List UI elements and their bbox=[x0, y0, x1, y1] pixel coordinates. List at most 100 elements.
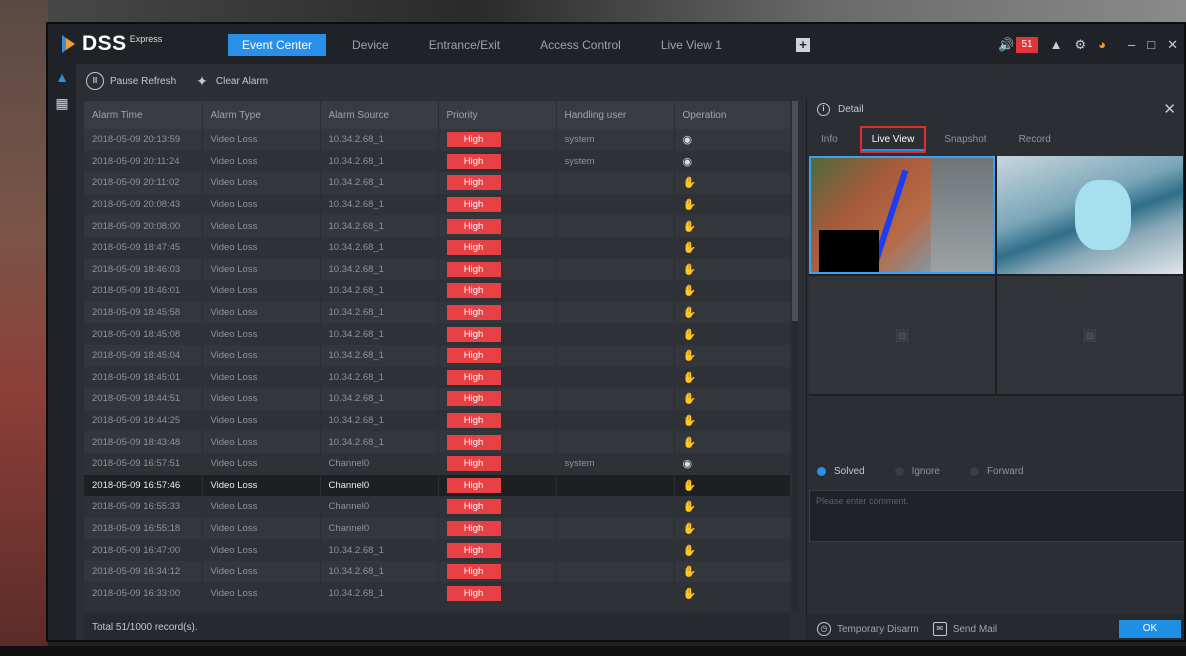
detail-tab-info[interactable]: Info bbox=[817, 128, 842, 151]
process-hand-icon[interactable]: ✋ bbox=[683, 588, 697, 600]
video-window-1[interactable] bbox=[809, 156, 995, 274]
table-row[interactable]: 2018-05-09 20:08:00 Video Loss 10.34.2.68_… bbox=[84, 215, 790, 237]
table-row[interactable]: 2018-05-09 16:47:00 Video Loss 10.34.2.68_… bbox=[84, 539, 790, 561]
send-mail-button[interactable]: ✉ Send Mail bbox=[932, 622, 997, 636]
video-window-2[interactable] bbox=[997, 156, 1183, 274]
cell-alarm-source: 10.34.2.68_1 bbox=[320, 323, 439, 345]
detail-tab-snapshot[interactable]: Snapshot bbox=[940, 128, 990, 151]
process-hand-icon[interactable]: ✋ bbox=[683, 285, 697, 297]
cell-handling-user bbox=[556, 236, 675, 259]
table-row[interactable]: 2018-05-09 16:55:18 Video Loss Channel0 Hig… bbox=[84, 517, 790, 540]
process-hand-icon[interactable]: ✋ bbox=[683, 545, 697, 557]
table-row[interactable]: 2018-05-09 18:45:08 Video Loss 10.34.2.68_… bbox=[84, 323, 790, 345]
table-row[interactable]: 2018-05-09 18:45:04 Video Loss 10.34.2.68_… bbox=[84, 344, 790, 367]
video-window-3[interactable]: ▣ bbox=[809, 276, 995, 394]
nav-tab-live-view-1[interactable]: Live View 1 bbox=[647, 34, 736, 56]
process-hand-icon[interactable]: ✋ bbox=[683, 242, 697, 254]
table-row[interactable]: 2018-05-09 16:57:51 Video Loss Channel0 Hig… bbox=[84, 452, 790, 475]
table-row[interactable]: 2018-05-09 18:43:48 Video Loss 10.34.2.68_… bbox=[84, 431, 790, 453]
close-detail-icon[interactable]: ✕ bbox=[1163, 100, 1176, 118]
cell-alarm-source: 10.34.2.68_1 bbox=[320, 172, 439, 194]
cell-alarm-type: Video Loss bbox=[202, 236, 321, 259]
ok-button[interactable]: OK bbox=[1119, 620, 1181, 638]
table-row[interactable]: 2018-05-09 18:44:25 Video Loss 10.34.2.68_… bbox=[84, 409, 790, 432]
user-icon[interactable]: ▲ bbox=[1050, 35, 1063, 55]
process-hand-icon[interactable]: ✋ bbox=[683, 480, 697, 492]
column-header[interactable]: Priority bbox=[438, 101, 557, 129]
table-row[interactable]: 2018-05-09 16:57:46 Video Loss Channel0 Hig… bbox=[84, 474, 790, 497]
gear-icon[interactable]: ⚙ bbox=[1074, 35, 1086, 55]
background-wall bbox=[0, 0, 1186, 22]
temporary-disarm-button[interactable]: ◷ Temporary Disarm bbox=[817, 622, 919, 636]
nav-tab-access-control[interactable]: Access Control bbox=[526, 34, 635, 56]
gauge-icon[interactable]: ◕ bbox=[1098, 35, 1106, 55]
table-row[interactable]: 2018-05-09 18:45:58 Video Loss 10.34.2.68_… bbox=[84, 301, 790, 324]
radio-ignore[interactable]: Ignore bbox=[894, 466, 940, 477]
process-hand-icon[interactable]: ✋ bbox=[683, 393, 697, 405]
maximize-icon[interactable]: □ bbox=[1147, 35, 1155, 55]
process-hand-icon[interactable]: ✋ bbox=[683, 372, 697, 384]
process-hand-icon[interactable]: ✋ bbox=[683, 501, 697, 513]
pause-refresh-button[interactable]: II Pause Refresh bbox=[86, 72, 176, 90]
cell-handling-user bbox=[556, 280, 675, 302]
table-row[interactable]: 2018-05-09 18:46:01 Video Loss 10.34.2.68_… bbox=[84, 280, 790, 302]
column-header[interactable]: Handling user bbox=[556, 101, 675, 129]
process-hand-icon[interactable]: ✋ bbox=[683, 307, 697, 319]
view-eye-icon[interactable]: ◉ bbox=[683, 134, 693, 146]
comment-input[interactable] bbox=[810, 491, 1184, 541]
clear-alarm-button[interactable]: ✦ Clear Alarm bbox=[196, 73, 268, 90]
priority-badge: High bbox=[446, 326, 501, 342]
table-row[interactable]: 2018-05-09 20:13:59 Video Loss 10.34.2.68_… bbox=[84, 129, 790, 151]
table-row[interactable]: 2018-05-09 18:47:45 Video Loss 10.34.2.68_… bbox=[84, 236, 790, 259]
add-tab-button[interactable]: + bbox=[796, 38, 810, 52]
process-hand-icon[interactable]: ✋ bbox=[683, 177, 697, 189]
cell-alarm-time: 2018-05-09 16:55:18 bbox=[84, 517, 203, 540]
detail-tab-record[interactable]: Record bbox=[1015, 128, 1055, 151]
table-row[interactable]: 2018-05-09 18:45:01 Video Loss 10.34.2.68_… bbox=[84, 366, 790, 389]
alarm-triangle-icon[interactable]: ▲ bbox=[48, 64, 76, 90]
column-header[interactable]: Alarm Source bbox=[320, 101, 439, 129]
speaker-icon[interactable]: 🔊 bbox=[998, 35, 1014, 55]
process-hand-icon[interactable]: ✋ bbox=[683, 523, 697, 535]
table-row[interactable]: 2018-05-09 20:11:02 Video Loss 10.34.2.68_… bbox=[84, 172, 790, 194]
cell-priority: High bbox=[438, 388, 557, 410]
cell-priority: High bbox=[438, 129, 557, 151]
process-hand-icon[interactable]: ✋ bbox=[683, 566, 697, 578]
column-header[interactable]: Alarm Time bbox=[84, 101, 203, 129]
nav-tab-entrance-exit[interactable]: Entrance/Exit bbox=[415, 34, 514, 56]
priority-badge: High bbox=[446, 240, 501, 256]
column-header[interactable]: Operation bbox=[674, 101, 790, 129]
table-row[interactable]: 2018-05-09 18:46:03 Video Loss 10.34.2.68_… bbox=[84, 258, 790, 281]
event-search-icon[interactable]: ▦ bbox=[48, 90, 76, 116]
screen-photo: DSS Express Event Center Device Entrance/E… bbox=[0, 0, 1186, 656]
nav-tab-event-center[interactable]: Event Center bbox=[228, 34, 327, 56]
process-hand-icon[interactable]: ✋ bbox=[683, 264, 697, 276]
handling-options: Solved Ignore Forward bbox=[817, 466, 1054, 477]
process-hand-icon[interactable]: ✋ bbox=[683, 329, 697, 341]
table-row[interactable]: 2018-05-09 18:44:51 Video Loss 10.34.2.68_… bbox=[84, 388, 790, 410]
process-hand-icon[interactable]: ✋ bbox=[683, 415, 697, 427]
table-row[interactable]: 2018-05-09 20:11:24 Video Loss 10.34.2.68_… bbox=[84, 150, 790, 173]
column-header[interactable]: Alarm Type bbox=[202, 101, 321, 129]
close-window-icon[interactable]: ✕ bbox=[1167, 35, 1178, 55]
process-hand-icon[interactable]: ✋ bbox=[683, 199, 697, 211]
priority-badge: High bbox=[446, 197, 501, 213]
table-scroll-thumb[interactable] bbox=[792, 101, 798, 321]
table-row[interactable]: 2018-05-09 16:55:33 Video Loss Channel0 Hig… bbox=[84, 496, 790, 518]
nav-tab-device[interactable]: Device bbox=[338, 34, 403, 56]
detail-tab-live-view[interactable]: Live View bbox=[859, 125, 927, 153]
view-eye-icon[interactable]: ◉ bbox=[683, 458, 693, 470]
table-row[interactable]: 2018-05-09 16:33:00 Video Loss 10.34.2.68_… bbox=[84, 582, 790, 605]
video-window-4[interactable]: ▣ bbox=[997, 276, 1183, 394]
radio-forward[interactable]: Forward bbox=[969, 466, 1024, 477]
brand-edition: Express bbox=[129, 34, 163, 44]
process-hand-icon[interactable]: ✋ bbox=[683, 437, 697, 449]
table-row[interactable]: 2018-05-09 16:34:12 Video Loss 10.34.2.68_… bbox=[84, 560, 790, 583]
minimize-icon[interactable]: – bbox=[1128, 35, 1135, 55]
radio-solved[interactable]: Solved bbox=[817, 466, 865, 477]
process-hand-icon[interactable]: ✋ bbox=[683, 221, 697, 233]
view-eye-icon[interactable]: ◉ bbox=[683, 156, 693, 168]
process-hand-icon[interactable]: ✋ bbox=[683, 350, 697, 362]
alarm-count-badge[interactable]: 51 bbox=[1016, 37, 1038, 53]
table-row[interactable]: 2018-05-09 20:08:43 Video Loss 10.34.2.68_… bbox=[84, 193, 790, 216]
